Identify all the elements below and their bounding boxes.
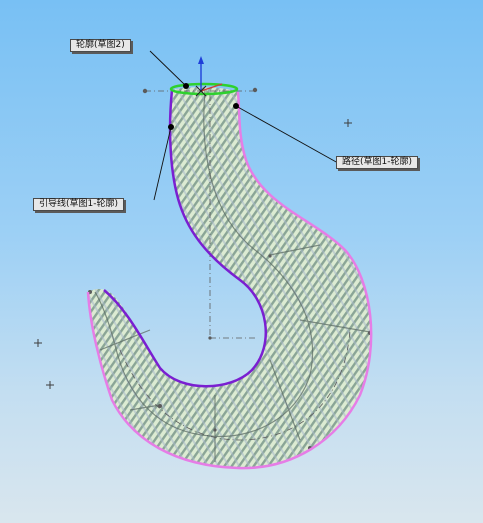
sweep-model-scene[interactable] [0,0,483,523]
surface-reflection-overlay [88,87,372,469]
plus-marker-icon [34,339,42,347]
guide-curve-callout[interactable]: 引导线(草图1-轮廓) [33,198,124,211]
profile-callout[interactable]: 轮廓(草图2) [70,39,131,52]
path-callout[interactable]: 路径(草图1-轮廓) [336,156,418,169]
graphics-viewport[interactable]: 轮廓(草图2) 路径(草图1-轮廓) 引导线(草图1-轮廓) [0,0,483,523]
plus-marker-icon [46,381,54,389]
plus-marker-icon [344,119,352,127]
